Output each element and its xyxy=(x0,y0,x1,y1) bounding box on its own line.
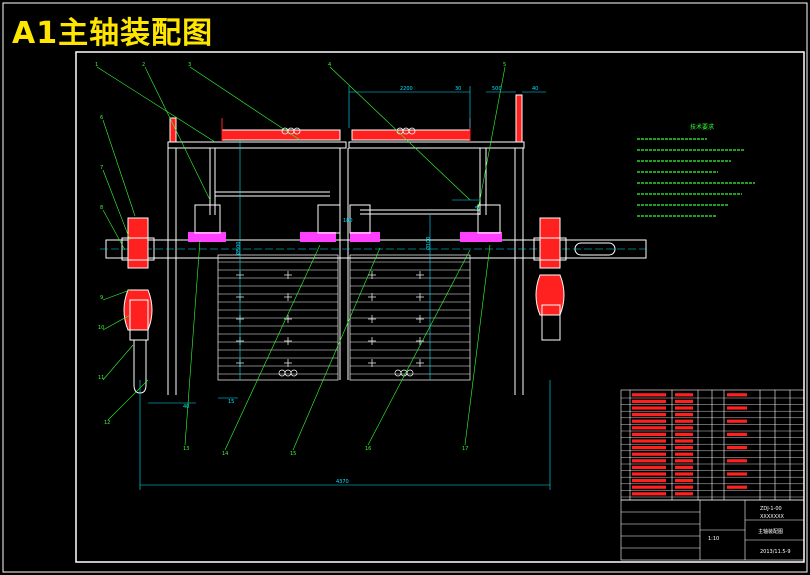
svg-text:7: 7 xyxy=(100,165,103,171)
bom-cell-name xyxy=(675,393,693,397)
svg-text:13: 13 xyxy=(183,446,189,452)
bom-cell-code xyxy=(632,393,666,397)
left-rack xyxy=(217,254,339,381)
svg-text:17: 17 xyxy=(462,446,468,452)
assembly-drawing: 123 45 678 91011 121314 1516 17 2200 30 … xyxy=(2,2,808,573)
svg-text:3: 3 xyxy=(188,62,191,68)
svg-text:2: 2 xyxy=(142,62,145,68)
bom-cell-name xyxy=(675,432,693,436)
bom-cell-code xyxy=(632,426,666,430)
bom-cell-code xyxy=(632,479,666,483)
tb-name: 主轴装配图 xyxy=(758,528,783,535)
left-wheel-assembly xyxy=(121,217,155,394)
drawing-canvas: A1主轴装配图 1 2 3 4 5 6 7 8 9 10 11 12 13 14… xyxy=(0,0,810,575)
bom-cell-code xyxy=(632,472,666,476)
bom-cell-name xyxy=(675,472,693,476)
dim-top-span: 2200 xyxy=(400,86,413,92)
bom-cell-name xyxy=(675,459,693,463)
bom-cell-material xyxy=(727,472,747,476)
bom-cell-code xyxy=(632,465,666,469)
bom-cell-material xyxy=(727,406,747,410)
bom-cell-name xyxy=(675,492,693,496)
bom-cell-name xyxy=(675,452,693,456)
top-frame xyxy=(167,141,525,395)
dim-height-right: Ø100 xyxy=(425,237,432,250)
bom-cell-name xyxy=(675,439,693,443)
right-wheel-assembly xyxy=(533,217,567,341)
tb-date: 2013/11.5-9 xyxy=(760,549,791,555)
bom-cell-code xyxy=(632,452,666,456)
bom-cell-material xyxy=(727,393,747,397)
bom-cell-code xyxy=(632,492,666,496)
svg-text:8: 8 xyxy=(100,205,103,211)
rack-markers xyxy=(236,271,424,367)
bom-cell-code xyxy=(632,485,666,489)
bom-cell-code xyxy=(632,413,666,417)
bom-cell-material xyxy=(727,446,747,450)
bom-cell-name xyxy=(675,426,693,430)
dim-overall: 4370 xyxy=(336,479,349,485)
bom-cell-name xyxy=(675,465,693,469)
svg-text:15: 15 xyxy=(290,451,296,457)
bom-cell-code xyxy=(632,432,666,436)
tb-scale: 1:10 xyxy=(708,536,719,542)
bom-rows xyxy=(621,393,804,498)
bom-cell-material xyxy=(727,485,747,489)
svg-text:5: 5 xyxy=(503,62,506,68)
tb-company: XXXXXXX xyxy=(760,514,785,520)
bom-cell-code xyxy=(632,459,666,463)
rack-slats xyxy=(218,261,470,375)
bom-cell-material xyxy=(727,419,747,423)
svg-text:14: 14 xyxy=(222,451,228,457)
tech-requirements: 技术要求 xyxy=(637,123,755,217)
dim-top-c: 40 xyxy=(532,86,538,92)
tech-title: 技术要求 xyxy=(690,123,714,131)
bom-cell-name xyxy=(675,479,693,483)
dim-left-b: 15 xyxy=(228,399,234,405)
svg-text:4: 4 xyxy=(328,62,331,68)
title-block-text: ZDJ-1-00 XXXXXXX 主轴装配图 2013/11.5-9 1:10 xyxy=(708,506,791,555)
bom-cell-name xyxy=(675,419,693,423)
bom-cell-name xyxy=(675,413,693,417)
dim-small: 180 xyxy=(343,218,353,224)
svg-text:11: 11 xyxy=(98,375,104,381)
right-rack xyxy=(349,254,471,381)
bom-cell-code xyxy=(632,419,666,423)
svg-text:9: 9 xyxy=(100,295,103,301)
top-bins xyxy=(169,94,523,143)
bom-cell-code xyxy=(632,446,666,450)
bom-cell-code xyxy=(632,439,666,443)
dim-left-a: 40 xyxy=(183,404,189,410)
dim-height-left: Ø500 xyxy=(235,242,242,255)
bom-cell-code xyxy=(632,399,666,403)
bottom-roller-balls xyxy=(278,369,414,377)
svg-text:1: 1 xyxy=(95,62,98,68)
bom-cell-material xyxy=(727,459,747,463)
tb-drawing-no: ZDJ-1-00 xyxy=(760,506,782,512)
bom-cell-name xyxy=(675,406,693,410)
bom-cell-name xyxy=(675,485,693,489)
bom-cell-code xyxy=(632,406,666,410)
dim-top-b: 500 xyxy=(492,86,502,92)
bom-cell-name xyxy=(675,399,693,403)
svg-text:12: 12 xyxy=(104,420,110,426)
bom-cell-material xyxy=(727,432,747,436)
balloons: 123 45 678 91011 121314 1516 17 xyxy=(95,62,506,457)
bom-cell-name xyxy=(675,446,693,450)
svg-text:10: 10 xyxy=(98,325,104,331)
svg-text:16: 16 xyxy=(365,446,371,452)
dim-mid: 5 xyxy=(475,206,478,212)
dimension-lines xyxy=(139,86,551,490)
svg-text:6: 6 xyxy=(100,115,103,121)
dim-top-a: 30 xyxy=(455,86,461,92)
